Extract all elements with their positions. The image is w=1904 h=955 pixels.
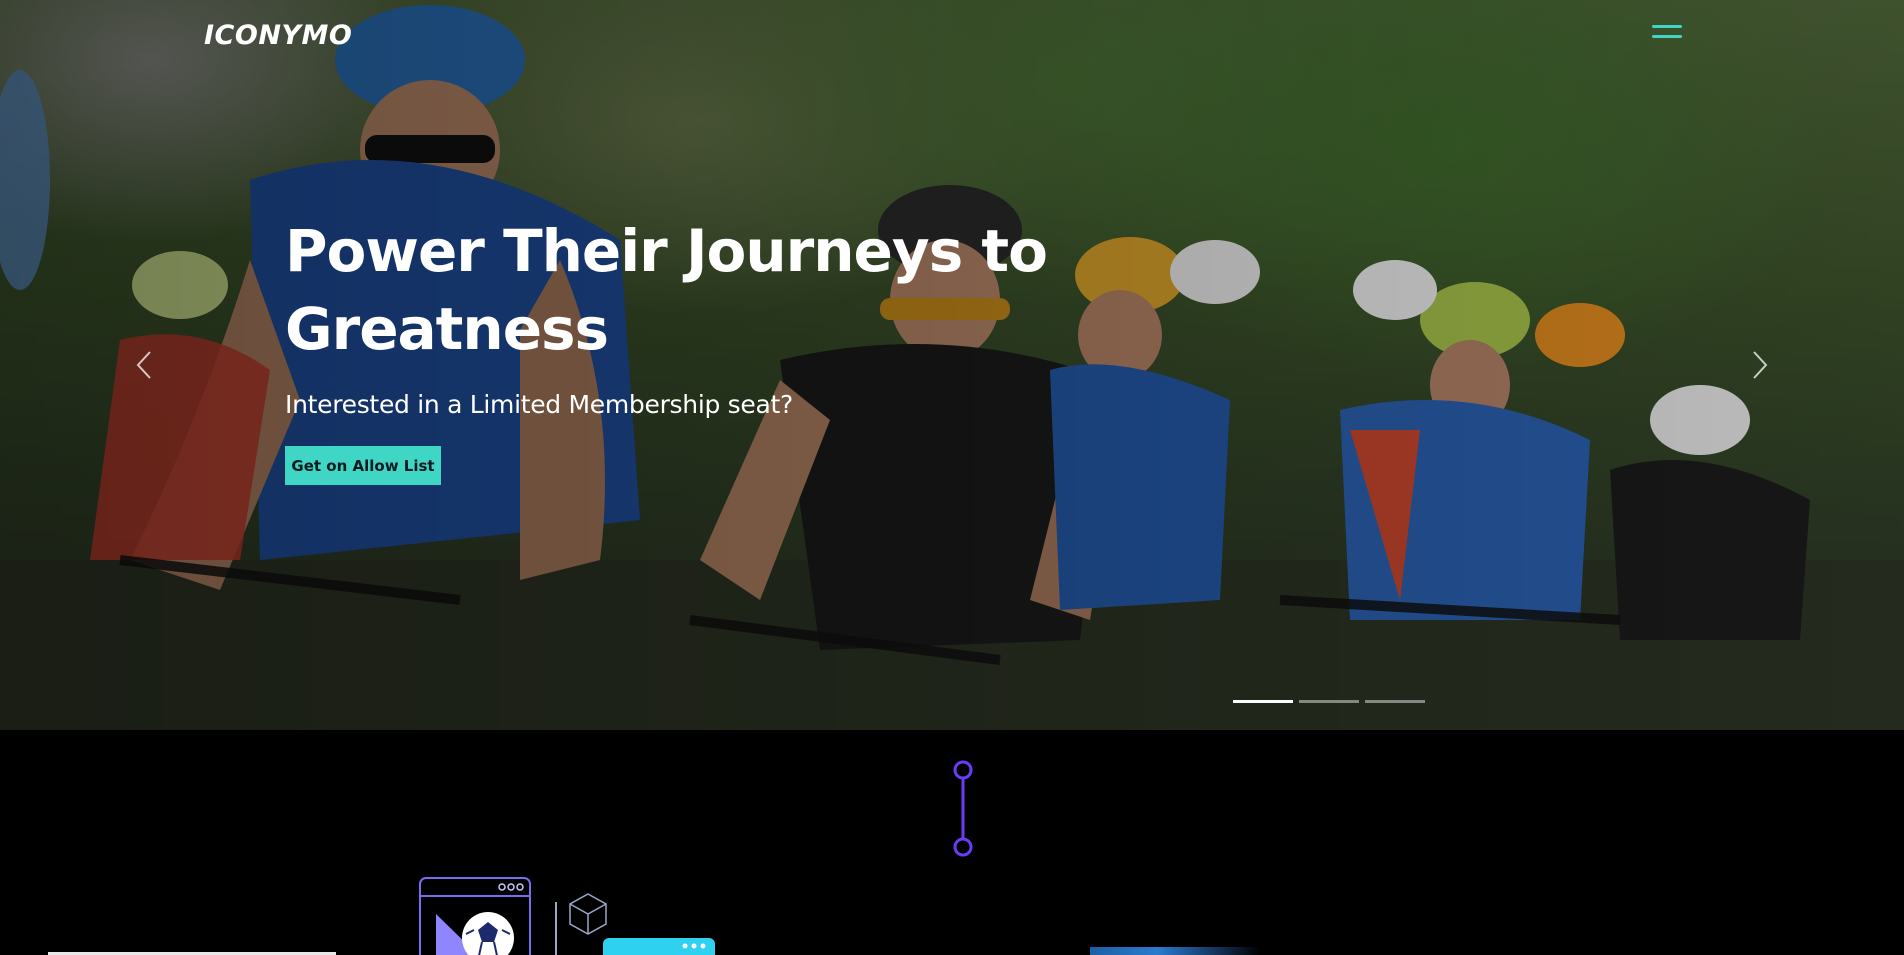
allow-list-button[interactable]: Get on Allow List	[285, 446, 441, 485]
carousel-indicator[interactable]	[1233, 700, 1293, 703]
hero-carousel: ICONYMO Power Their Journeys to Greatnes…	[0, 0, 1904, 730]
chevron-left-icon[interactable]	[132, 348, 156, 382]
chevron-right-icon[interactable]	[1748, 348, 1772, 382]
preview-image-edge	[1090, 947, 1260, 955]
hero-subtitle: Interested in a Limited Membership seat?	[285, 390, 793, 419]
connector-icon	[953, 760, 973, 857]
hamburger-menu-icon[interactable]	[1652, 22, 1684, 44]
carousel-indicator[interactable]	[1365, 700, 1425, 703]
carousel-indicators	[1233, 700, 1425, 703]
page: ICONYMO Power Their Journeys to Greatnes…	[0, 0, 1904, 955]
hero-title: Power Their Journeys to Greatness	[285, 217, 1048, 363]
sports-illustration-icon	[419, 877, 715, 955]
carousel-indicator[interactable]	[1299, 700, 1359, 703]
logo[interactable]: ICONYMO	[204, 20, 352, 51]
